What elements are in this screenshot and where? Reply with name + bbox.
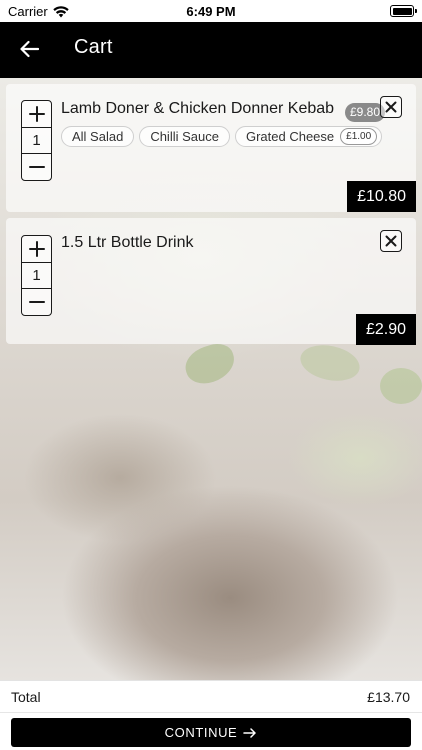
- option-price: £1.00: [340, 128, 378, 145]
- parsley-leaf: [380, 368, 422, 404]
- quantity-value: 1: [22, 127, 51, 153]
- cart-item: 1 1.5 Ltr Bottle Drink £2.90: [6, 218, 416, 345]
- remove-item-button[interactable]: [380, 230, 402, 252]
- minus-icon: [28, 300, 45, 303]
- quantity-value: 1: [22, 262, 51, 288]
- quantity-stepper: 1: [21, 235, 52, 316]
- back-button[interactable]: [16, 36, 42, 62]
- increment-button[interactable]: [22, 101, 51, 127]
- continue-button[interactable]: CONTINUE: [11, 718, 411, 747]
- option-label: Chilli Sauce: [150, 129, 219, 144]
- total-row: Total £13.70: [11, 689, 410, 705]
- cart-footer: Total £13.70 CONTINUE: [0, 680, 422, 750]
- increment-button[interactable]: [22, 236, 51, 262]
- status-right: [390, 5, 417, 17]
- parsley-leaf: [297, 340, 363, 386]
- arrow-right-icon: [243, 727, 257, 738]
- status-bar: Carrier 6:49 PM: [0, 0, 422, 22]
- plus-icon: [28, 241, 45, 257]
- item-name: Lamb Doner & Chicken Donner Kebab: [61, 100, 335, 117]
- arrow-left-icon: [20, 40, 39, 58]
- close-icon: [385, 235, 397, 247]
- option-label: Grated Cheese: [245, 129, 335, 144]
- item-name: 1.5 Ltr Bottle Drink: [61, 234, 194, 251]
- plus-icon: [28, 106, 45, 122]
- app-header: Cart: [0, 22, 422, 78]
- option-tag: Chilli Sauce: [139, 126, 230, 147]
- divider: [0, 712, 422, 713]
- option-label: All Salad: [72, 129, 124, 144]
- cart-item: 1 Lamb Doner & Chicken Donner Kebab £9.8…: [6, 84, 416, 212]
- total-value: £13.70: [367, 689, 410, 705]
- option-tags: All Salad Chilli Sauce Grated Cheese £1.…: [61, 126, 383, 147]
- remove-item-button[interactable]: [380, 96, 402, 118]
- item-total-price: £10.80: [347, 181, 416, 212]
- battery-icon: [390, 5, 417, 17]
- option-tag: All Salad: [61, 126, 135, 147]
- total-label: Total: [11, 689, 41, 705]
- minus-icon: [28, 165, 45, 168]
- page-title: Cart: [74, 36, 113, 58]
- close-icon: [385, 101, 397, 113]
- item-total-price: £2.90: [355, 314, 416, 345]
- decrement-button[interactable]: [22, 288, 51, 314]
- quantity-stepper: 1: [21, 100, 52, 181]
- status-time: 6:49 PM: [186, 4, 236, 19]
- decrement-button[interactable]: [22, 153, 51, 179]
- parsley-leaf: [180, 339, 240, 389]
- continue-label: CONTINUE: [164, 725, 238, 740]
- option-tag: Grated Cheese £1.00: [234, 126, 383, 147]
